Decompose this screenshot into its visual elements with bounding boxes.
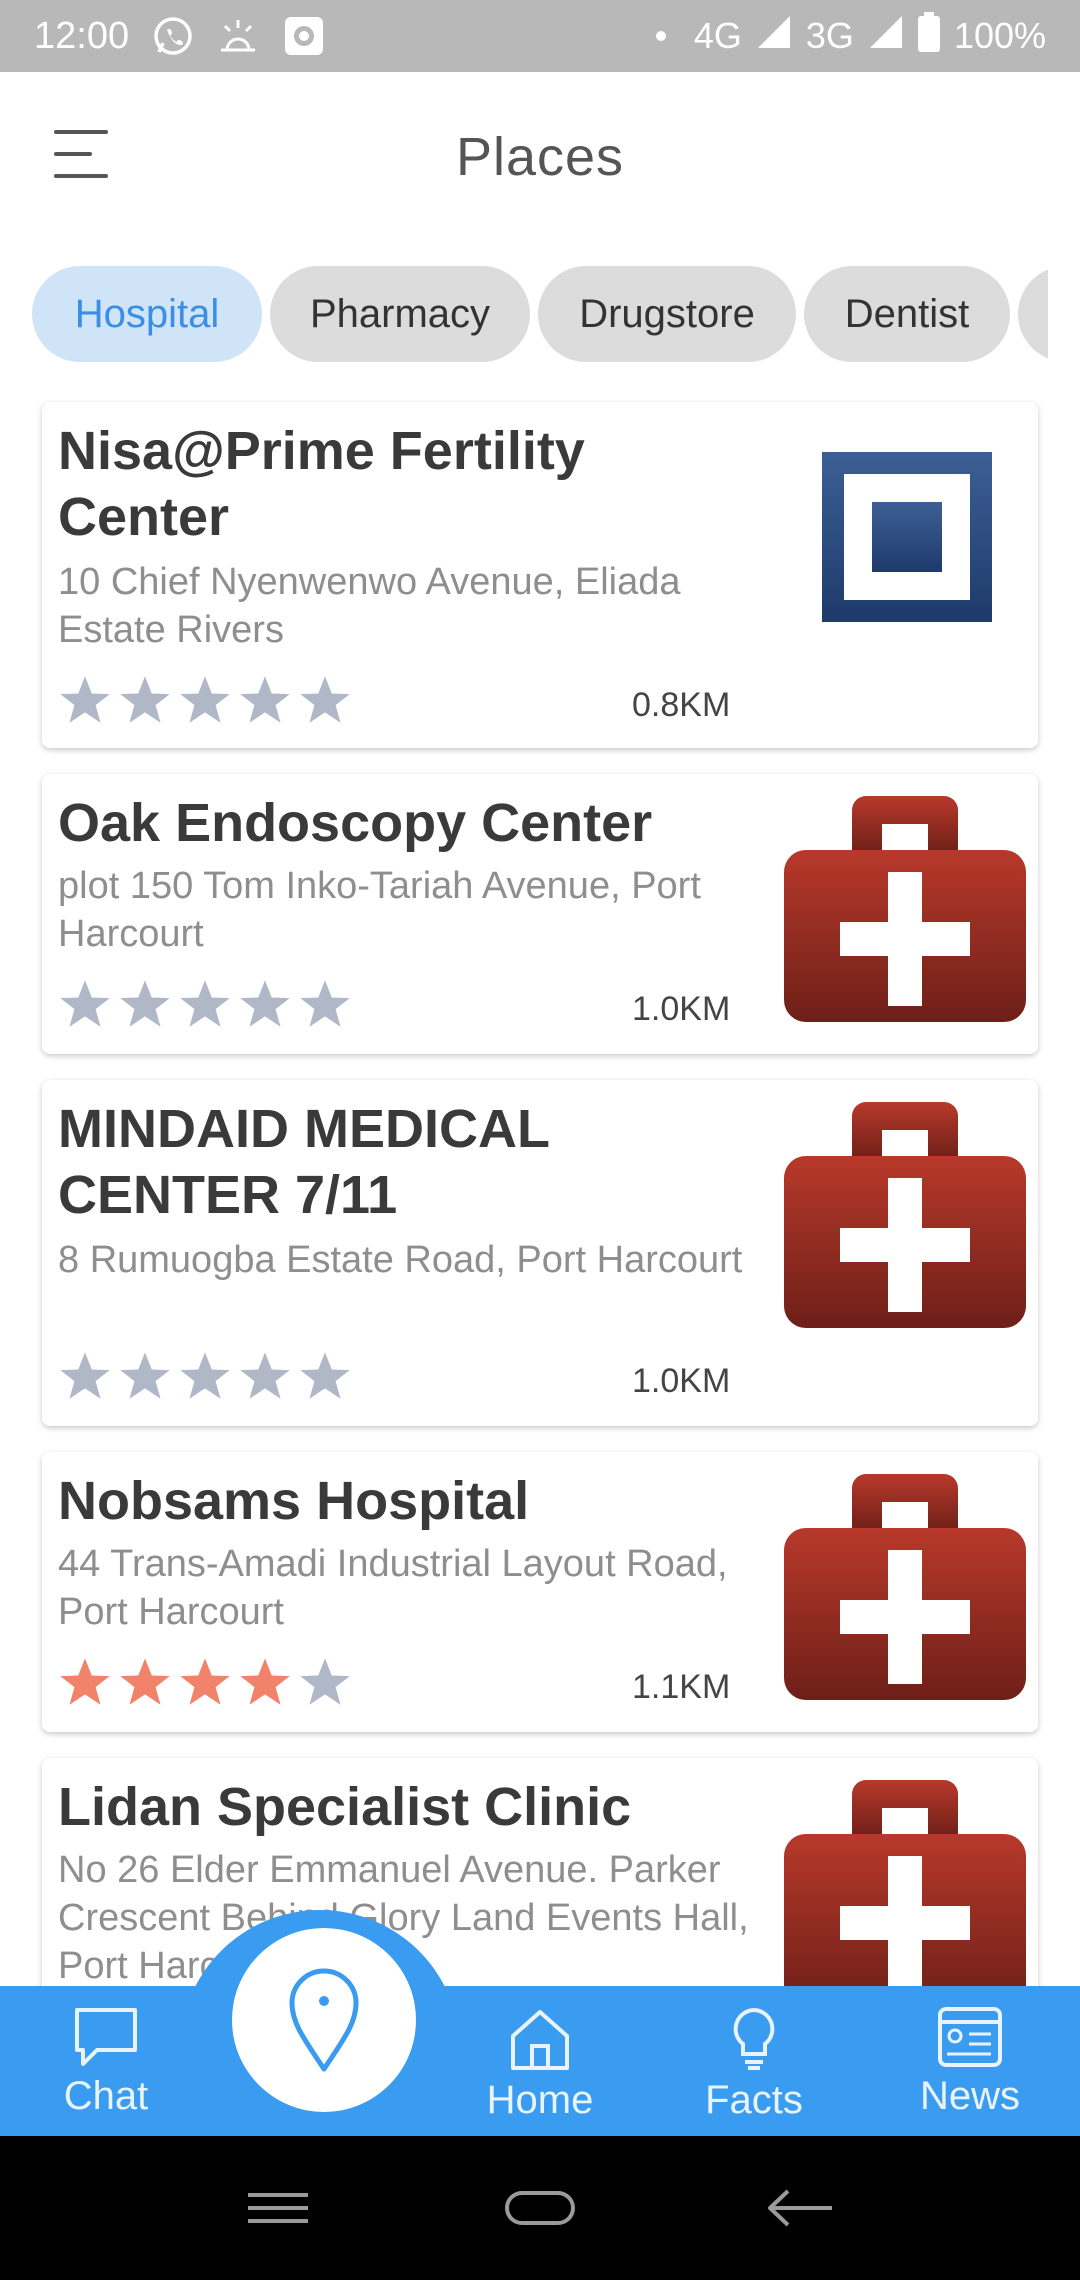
place-distance: 1.0KM xyxy=(632,1362,731,1400)
rating-stars xyxy=(58,1350,352,1402)
home-button-icon[interactable] xyxy=(460,2136,620,2280)
place-card[interactable]: Nisa@Prime Fertility Center 10 Chief Nye… xyxy=(42,402,1038,748)
star-icon xyxy=(300,1352,350,1399)
place-distance: 0.8KM xyxy=(632,686,731,724)
chip-more[interactable] xyxy=(1018,266,1048,362)
category-chips: Hospital Pharmacy Drugstore Dentist xyxy=(32,266,1048,366)
chip-pharmacy[interactable]: Pharmacy xyxy=(270,266,530,362)
place-address: 44 Trans-Amadi Industrial Layout Road, P… xyxy=(58,1543,728,1633)
place-card[interactable]: Nobsams Hospital 44 Trans-Amadi Industri… xyxy=(42,1452,1038,1732)
place-name: MINDAID MEDICAL CENTER 7/11 xyxy=(58,1099,549,1225)
alarm-icon xyxy=(215,14,261,58)
place-distance: 1.1KM xyxy=(632,1668,731,1706)
medical-kit-icon xyxy=(784,1474,1026,1705)
star-icon xyxy=(60,1352,110,1399)
star-icon xyxy=(180,676,230,723)
star-icon xyxy=(240,1352,290,1399)
star-icon xyxy=(180,1352,230,1399)
system-nav-bar xyxy=(0,2136,1080,2280)
nav-facts[interactable]: Facts xyxy=(664,1986,844,2136)
lightbulb-icon xyxy=(733,2007,775,2070)
rating-stars xyxy=(58,674,352,726)
place-distance: 1.0KM xyxy=(632,990,731,1028)
rating-stars xyxy=(58,978,352,1030)
star-icon xyxy=(300,980,350,1027)
notification-dot xyxy=(655,31,666,41)
nav-home[interactable]: Home xyxy=(450,1986,630,2136)
battery-icon xyxy=(917,11,940,61)
star-icon xyxy=(240,676,290,723)
star-filled-icon xyxy=(180,1658,230,1705)
place-address: 8 Rumuogba Estate Road, Port Harcourt xyxy=(58,1239,743,1281)
menu-icon[interactable] xyxy=(54,130,114,182)
medical-kit-icon xyxy=(784,1780,1026,1986)
place-address: 10 Chief Nyenwenwo Avenue, Eliada Estate… xyxy=(58,561,681,651)
nav-facts-label: Facts xyxy=(705,2078,803,2122)
signal-icon xyxy=(868,14,904,59)
place-name: Lidan Specialist Clinic xyxy=(58,1777,632,1837)
back-icon[interactable] xyxy=(720,2136,880,2280)
star-icon xyxy=(60,676,110,723)
star-icon xyxy=(240,980,290,1027)
places-list[interactable]: Nisa@Prime Fertility Center 10 Chief Nye… xyxy=(0,400,1080,1986)
nav-chat-label: Chat xyxy=(63,2074,149,2118)
status-right: 4G 3G 100% xyxy=(655,11,1046,61)
location-pin-icon xyxy=(289,1968,359,2072)
chat-icon xyxy=(75,2008,137,2066)
medical-kit-icon xyxy=(784,796,1026,1027)
chip-drugstore[interactable]: Drugstore xyxy=(538,266,796,362)
logo-square-icon xyxy=(822,452,992,627)
nav-news[interactable]: News xyxy=(880,1986,1060,2136)
star-icon xyxy=(60,980,110,1027)
star-icon xyxy=(180,980,230,1027)
recents-icon[interactable] xyxy=(198,2136,358,2280)
star-icon xyxy=(300,1658,350,1705)
nav-news-label: News xyxy=(919,2074,1021,2118)
nav-chat[interactable]: Chat xyxy=(16,1986,196,2136)
star-icon xyxy=(120,676,170,723)
medical-kit-icon xyxy=(784,1102,1026,1333)
page-title: Places xyxy=(455,127,625,187)
place-name: Oak Endoscopy Center xyxy=(58,793,653,853)
place-name: Nisa@Prime Fertility Center xyxy=(58,421,585,547)
network-3g-label: 3G xyxy=(805,15,854,56)
star-filled-icon xyxy=(120,1658,170,1705)
whatsapp-icon xyxy=(151,14,195,58)
home-icon xyxy=(511,2010,569,2070)
news-icon xyxy=(938,2007,1002,2067)
chip-hospital[interactable]: Hospital xyxy=(32,266,262,362)
rating-stars xyxy=(58,1656,352,1708)
camera-icon xyxy=(281,13,327,59)
place-card[interactable]: Oak Endoscopy Center plot 150 Tom Inko-T… xyxy=(42,774,1038,1054)
status-time: 12:00 xyxy=(34,14,130,57)
star-icon xyxy=(300,676,350,723)
nav-home-label: Home xyxy=(486,2078,594,2122)
place-card[interactable]: MINDAID MEDICAL CENTER 7/11 8 Rumuogba E… xyxy=(42,1080,1038,1426)
chip-dentist[interactable]: Dentist xyxy=(804,266,1010,362)
place-name: Nobsams Hospital xyxy=(58,1471,530,1531)
star-icon xyxy=(120,1352,170,1399)
battery-level: 100% xyxy=(953,15,1046,56)
place-address: plot 150 Tom Inko-Tariah Avenue, Port Ha… xyxy=(58,865,701,955)
bottom-nav: Chat Home Facts News xyxy=(0,1986,1080,2136)
places-fab[interactable] xyxy=(232,1928,416,2112)
network-4g-label: 4G xyxy=(693,15,742,56)
signal-icon xyxy=(756,14,792,59)
app-header: Places xyxy=(0,72,1080,242)
star-filled-icon xyxy=(60,1658,110,1705)
place-card[interactable]: Lidan Specialist Clinic No 26 Elder Emma… xyxy=(42,1758,1038,1986)
star-icon xyxy=(120,980,170,1027)
star-filled-icon xyxy=(240,1658,290,1705)
status-bar: 12:00 4G 3G 100% xyxy=(0,0,1080,72)
